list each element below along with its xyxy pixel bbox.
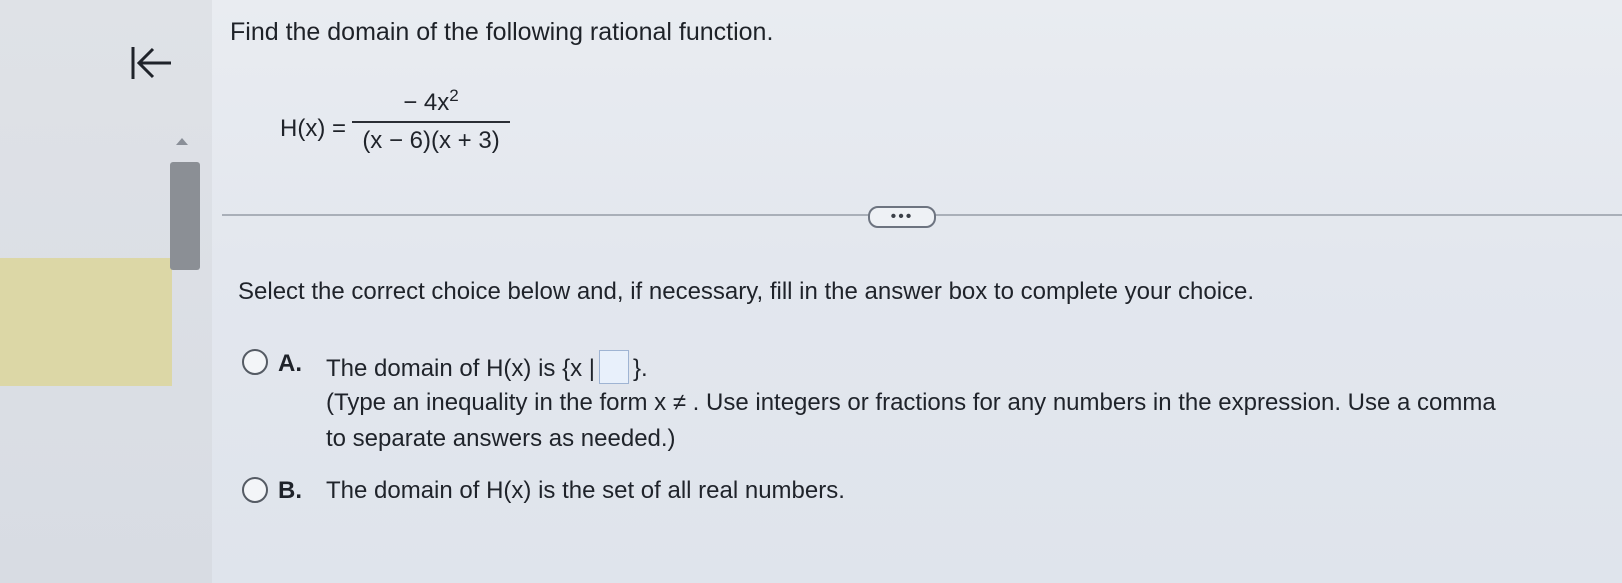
choice-a-note-line1: (Type an inequality in the form x ≠ . Us… [326,389,1496,416]
numerator-exponent: 2 [449,86,459,105]
choice-a-radio[interactable] [242,349,268,375]
domain-answer-box[interactable] [599,350,629,384]
choice-b-letter: B. [278,477,302,504]
fraction-denominator: (x − 6)(x + 3) [362,127,500,154]
choice-a-note-line2: to separate answers as needed.) [326,425,676,452]
instructions-text: Select the correct choice below and, if … [238,278,1255,305]
choice-a-text-before: The domain of H(x) is {x | [326,355,595,382]
rational-function-fraction: − 4x2 (x − 6)(x + 3) [352,86,510,155]
question-content: Find the domain of the following rationa… [0,0,1622,583]
choice-b-radio[interactable] [242,477,268,503]
fraction-numerator: − 4x2 [352,86,510,121]
choice-a-letter: A. [278,350,302,377]
more-options-button[interactable]: ••• [868,206,936,228]
function-label: H(x) = [280,115,346,142]
numerator-text: − 4x [403,89,450,116]
question-text: Find the domain of the following rationa… [230,18,774,46]
choice-a-text-after: }. [633,355,648,382]
choice-a-text: The domain of H(x) is {x |}. [326,350,648,384]
choice-b-text: The domain of H(x) is the set of all rea… [326,477,845,504]
